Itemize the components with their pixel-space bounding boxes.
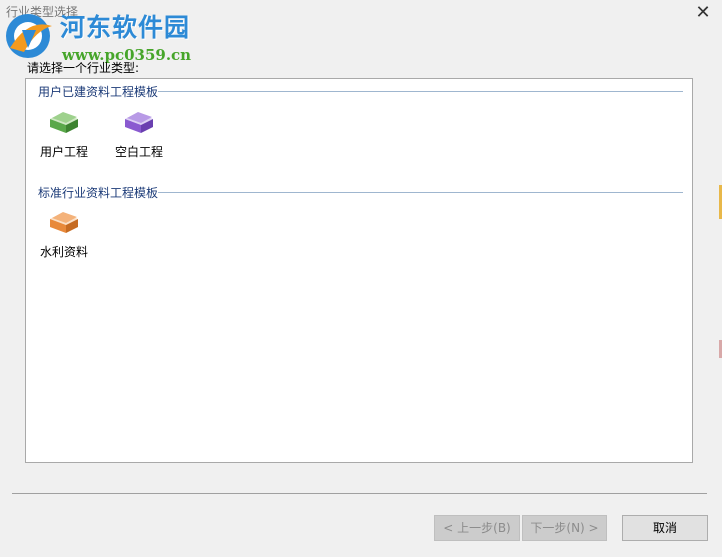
next-button[interactable]: 下一步(N) > xyxy=(522,515,607,541)
watermark-logo-icon xyxy=(6,14,52,58)
orange-folder-icon xyxy=(50,212,78,233)
footer-separator xyxy=(12,493,707,494)
cancel-button[interactable]: 取消 xyxy=(622,515,708,541)
prompt-label: 请选择一个行业类型: xyxy=(27,61,140,75)
group-title: 标准行业资料工程模板 xyxy=(38,184,163,201)
green-folder-icon xyxy=(50,112,78,133)
close-button[interactable]: ✕ xyxy=(692,2,714,24)
group-divider xyxy=(158,91,683,92)
template-item-water-conservancy[interactable]: 水利资料 xyxy=(32,207,96,260)
watermark-title: 河东软件园 xyxy=(60,13,191,42)
purple-folder-icon xyxy=(125,112,153,133)
group-header-user-templates: 用户已建资料工程模板 xyxy=(38,83,683,100)
prev-button[interactable]: < 上一步(B) xyxy=(434,515,520,541)
watermark: 河东软件园 www.pc0359.cn xyxy=(2,6,202,66)
group-divider xyxy=(158,192,683,193)
group-title: 用户已建资料工程模板 xyxy=(38,83,163,100)
item-label: 水利资料 xyxy=(39,245,88,259)
template-item-blank-project[interactable]: 空白工程 xyxy=(107,107,171,160)
template-panel: 用户已建资料工程模板 用户工程 空白工程 标准行业资料工程模板 水利资料 xyxy=(25,78,693,463)
item-label: 用户工程 xyxy=(39,145,88,159)
item-label: 空白工程 xyxy=(114,145,163,159)
group-header-standard-templates: 标准行业资料工程模板 xyxy=(38,184,683,201)
template-item-user-project[interactable]: 用户工程 xyxy=(32,107,96,160)
